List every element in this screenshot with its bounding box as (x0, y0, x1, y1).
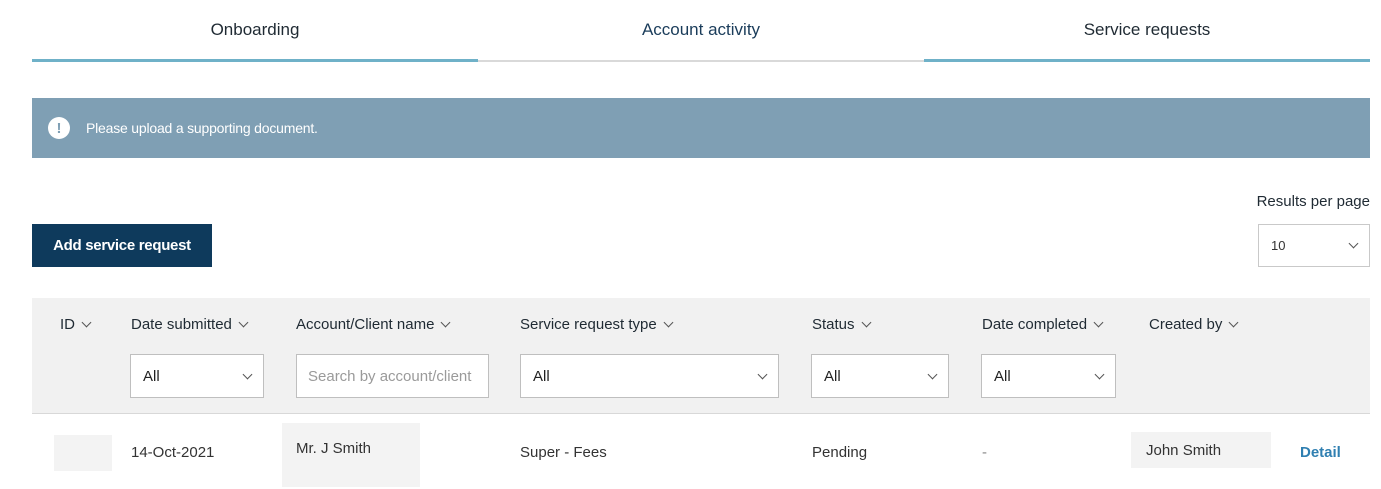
chevron-down-icon (238, 317, 249, 328)
table-row: 14-Oct-2021 Mr. J Smith Super - Fees Pen… (32, 415, 1370, 489)
id-cell-redacted (54, 435, 112, 471)
tab-onboarding[interactable]: Onboarding (32, 0, 478, 62)
filter-value: All (994, 367, 1011, 385)
created-by-cell: John Smith (1146, 442, 1222, 459)
tab-service-requests[interactable]: Service requests (924, 0, 1370, 62)
chevron-down-icon (663, 317, 674, 328)
column-header-created-by[interactable]: Created by (1149, 316, 1239, 333)
chevron-down-icon (1094, 369, 1105, 379)
detail-link[interactable]: Detail (1300, 444, 1341, 461)
filter-value: All (824, 367, 841, 385)
chevron-down-icon (440, 317, 451, 328)
column-header-date-completed[interactable]: Date completed (982, 316, 1104, 333)
column-label: ID (60, 316, 75, 333)
column-label: Status (812, 316, 855, 333)
chevron-down-icon (927, 369, 938, 379)
results-per-page-select[interactable]: 10 (1258, 224, 1370, 267)
status-filter[interactable]: All (811, 354, 949, 398)
column-header-id[interactable]: ID (60, 316, 92, 333)
results-per-page-value: 10 (1271, 238, 1286, 253)
client-name-cell: Mr. J Smith (296, 440, 372, 457)
column-label: Service request type (520, 316, 657, 333)
alert-banner: ! Please upload a supporting document. (32, 98, 1370, 158)
date-submitted-filter[interactable]: All (130, 354, 264, 398)
column-header-status[interactable]: Status (812, 316, 871, 333)
chevron-down-icon (1228, 317, 1239, 328)
chevron-down-icon (81, 317, 92, 328)
service-type-cell: Super - Fees (520, 444, 607, 461)
chevron-down-icon (861, 317, 871, 328)
column-label: Account/Client name (296, 316, 435, 333)
date-completed-filter[interactable]: All (981, 354, 1116, 398)
results-per-page-label: Results per page (1256, 193, 1370, 210)
filter-value: All (143, 367, 160, 385)
table-header: ID Date submitted Account/Client name Se… (32, 298, 1370, 414)
status-cell: Pending (812, 444, 868, 461)
account-client-search-input[interactable] (296, 354, 489, 398)
exclamation-icon: ! (48, 117, 70, 139)
column-label: Created by (1149, 316, 1223, 333)
column-header-account-client[interactable]: Account/Client name (296, 316, 451, 333)
chevron-down-icon (757, 369, 768, 379)
tab-bar: Onboarding Account activity Service requ… (32, 0, 1370, 62)
date-completed-cell: - (982, 444, 987, 461)
chevron-down-icon (242, 369, 253, 379)
chevron-down-icon (1348, 238, 1359, 249)
column-header-date-submitted[interactable]: Date submitted (131, 316, 249, 333)
chevron-down-icon (1093, 317, 1104, 328)
service-type-filter[interactable]: All (520, 354, 779, 398)
column-label: Date completed (982, 316, 1088, 333)
add-service-request-button[interactable]: Add service request (32, 224, 212, 267)
column-header-service-type[interactable]: Service request type (520, 316, 674, 333)
column-label: Date submitted (131, 316, 232, 333)
date-submitted-cell: 14-Oct-2021 (131, 444, 215, 461)
filter-value: All (533, 367, 550, 385)
alert-message: Please upload a supporting document. (86, 120, 318, 136)
tab-account-activity[interactable]: Account activity (478, 0, 924, 62)
